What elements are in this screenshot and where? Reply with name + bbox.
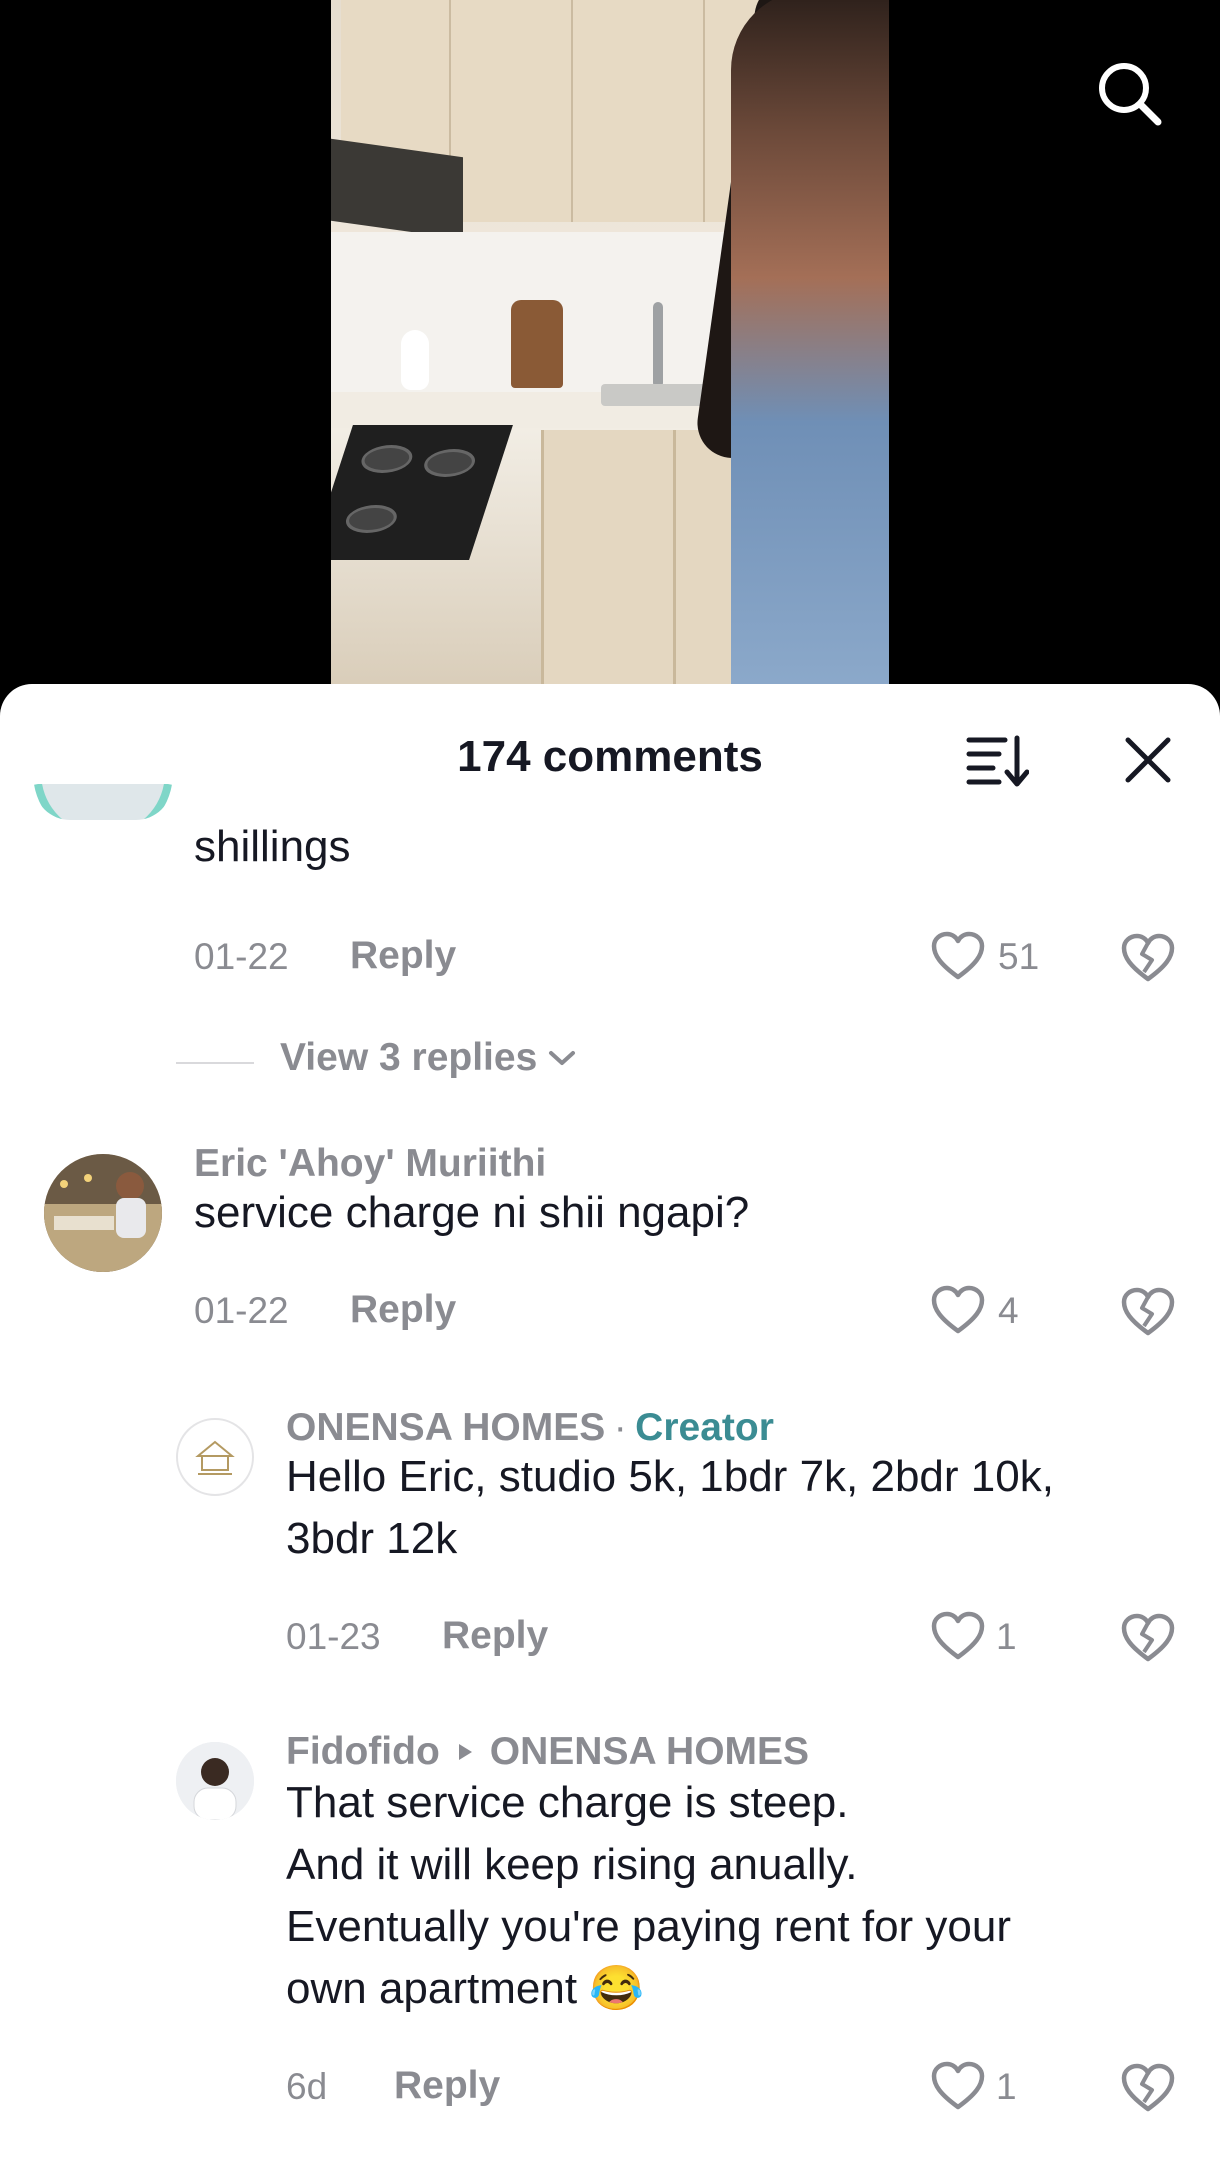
broken-heart-icon xyxy=(1121,933,1175,982)
dislike-button[interactable] xyxy=(1120,1612,1176,1669)
search-button[interactable] xyxy=(1094,58,1164,128)
reply-text-line: Eventually you're paying rent for your xyxy=(286,1902,1012,1951)
reply-button[interactable]: Reply xyxy=(394,2064,500,2108)
faucet xyxy=(653,302,663,388)
like-count: 1 xyxy=(996,2066,1017,2107)
broken-heart-icon xyxy=(1121,1613,1175,1662)
reply-to-username[interactable]: ONENSA HOMES xyxy=(490,1730,809,1774)
heart-icon xyxy=(931,2061,985,2110)
avatar[interactable] xyxy=(34,784,172,820)
separator-dot: · xyxy=(613,1406,627,1449)
comments-count-title: 174 comments xyxy=(457,732,763,781)
like-button[interactable] xyxy=(930,2060,986,2117)
view-replies-button[interactable]: View 3 replies xyxy=(280,1036,577,1080)
avatar[interactable] xyxy=(176,1742,254,1820)
reply-username[interactable]: ONENSA HOMES xyxy=(286,1406,605,1449)
like-button[interactable] xyxy=(930,930,986,987)
heart-icon xyxy=(931,1285,985,1334)
dislike-button[interactable] xyxy=(1120,2062,1176,2119)
heart-icon xyxy=(931,931,985,980)
reply-text-line: own apartment 😂 xyxy=(286,1964,645,2013)
reply-button[interactable]: Reply xyxy=(442,1614,548,1658)
comment-date: 01-22 xyxy=(194,1290,289,1331)
reply-text-line: And it will keep rising anually. xyxy=(286,1840,858,1889)
stove xyxy=(331,425,513,560)
broken-heart-icon xyxy=(1121,1287,1175,1336)
close-button[interactable] xyxy=(1122,734,1174,786)
sort-button[interactable] xyxy=(965,732,1030,788)
comment-date: 01-22 xyxy=(194,936,289,977)
knife-board xyxy=(511,300,563,388)
reply-date: 6d xyxy=(286,2066,328,2107)
heart-icon xyxy=(931,1611,985,1660)
broken-heart-icon xyxy=(1121,2063,1175,2112)
like-count: 51 xyxy=(998,936,1040,977)
reply-header: Fidofido ONENSA HOMES xyxy=(286,1730,809,1774)
chevron-down-icon xyxy=(549,1051,576,1065)
reply-header: ONENSA HOMES · Creator xyxy=(286,1406,774,1450)
close-icon xyxy=(1125,737,1171,783)
lower-cabinet xyxy=(541,430,674,690)
range-hood xyxy=(331,138,463,240)
reply-date: 01-23 xyxy=(286,1616,381,1657)
avatar[interactable] xyxy=(44,1154,162,1272)
person xyxy=(731,0,889,690)
view-replies-label: View 3 replies xyxy=(280,1036,538,1079)
upper-cabinet xyxy=(573,0,706,222)
avatar[interactable] xyxy=(176,1418,254,1496)
comment-text: shillings xyxy=(194,822,351,871)
creator-badge: Creator xyxy=(635,1406,774,1449)
triangle-right-icon xyxy=(458,1744,472,1760)
reply-username[interactable]: Fidofido xyxy=(286,1730,440,1774)
reply-text-line: 3bdr 12k xyxy=(286,1514,458,1563)
vase xyxy=(401,330,429,390)
reply-button[interactable]: Reply xyxy=(350,1288,456,1332)
reply-button[interactable]: Reply xyxy=(350,934,456,978)
comments-sheet[interactable]: 174 comments shillings 01-22 Reply 51 Vi… xyxy=(0,684,1220,2168)
upper-cabinet xyxy=(451,0,574,222)
like-button[interactable] xyxy=(930,1284,986,1341)
dislike-button[interactable] xyxy=(1120,932,1176,989)
like-count: 4 xyxy=(998,1290,1019,1331)
reply-text-line: Hello Eric, studio 5k, 1bdr 7k, 2bdr 10k… xyxy=(286,1452,1054,1501)
video-frame[interactable] xyxy=(331,0,889,690)
comment-username[interactable]: Eric 'Ahoy' Muriithi xyxy=(194,1142,546,1186)
comment-text: service charge ni shii ngapi? xyxy=(194,1188,750,1237)
sort-icon xyxy=(966,735,1030,787)
replies-divider xyxy=(176,1062,254,1064)
search-icon xyxy=(1099,63,1162,126)
comments-header: 174 comments xyxy=(0,684,1220,824)
like-button[interactable] xyxy=(930,1610,986,1667)
video-player[interactable] xyxy=(0,0,1220,700)
like-count: 1 xyxy=(996,1616,1017,1657)
dislike-button[interactable] xyxy=(1120,1286,1176,1343)
reply-text-line: That service charge is steep. xyxy=(286,1778,849,1827)
